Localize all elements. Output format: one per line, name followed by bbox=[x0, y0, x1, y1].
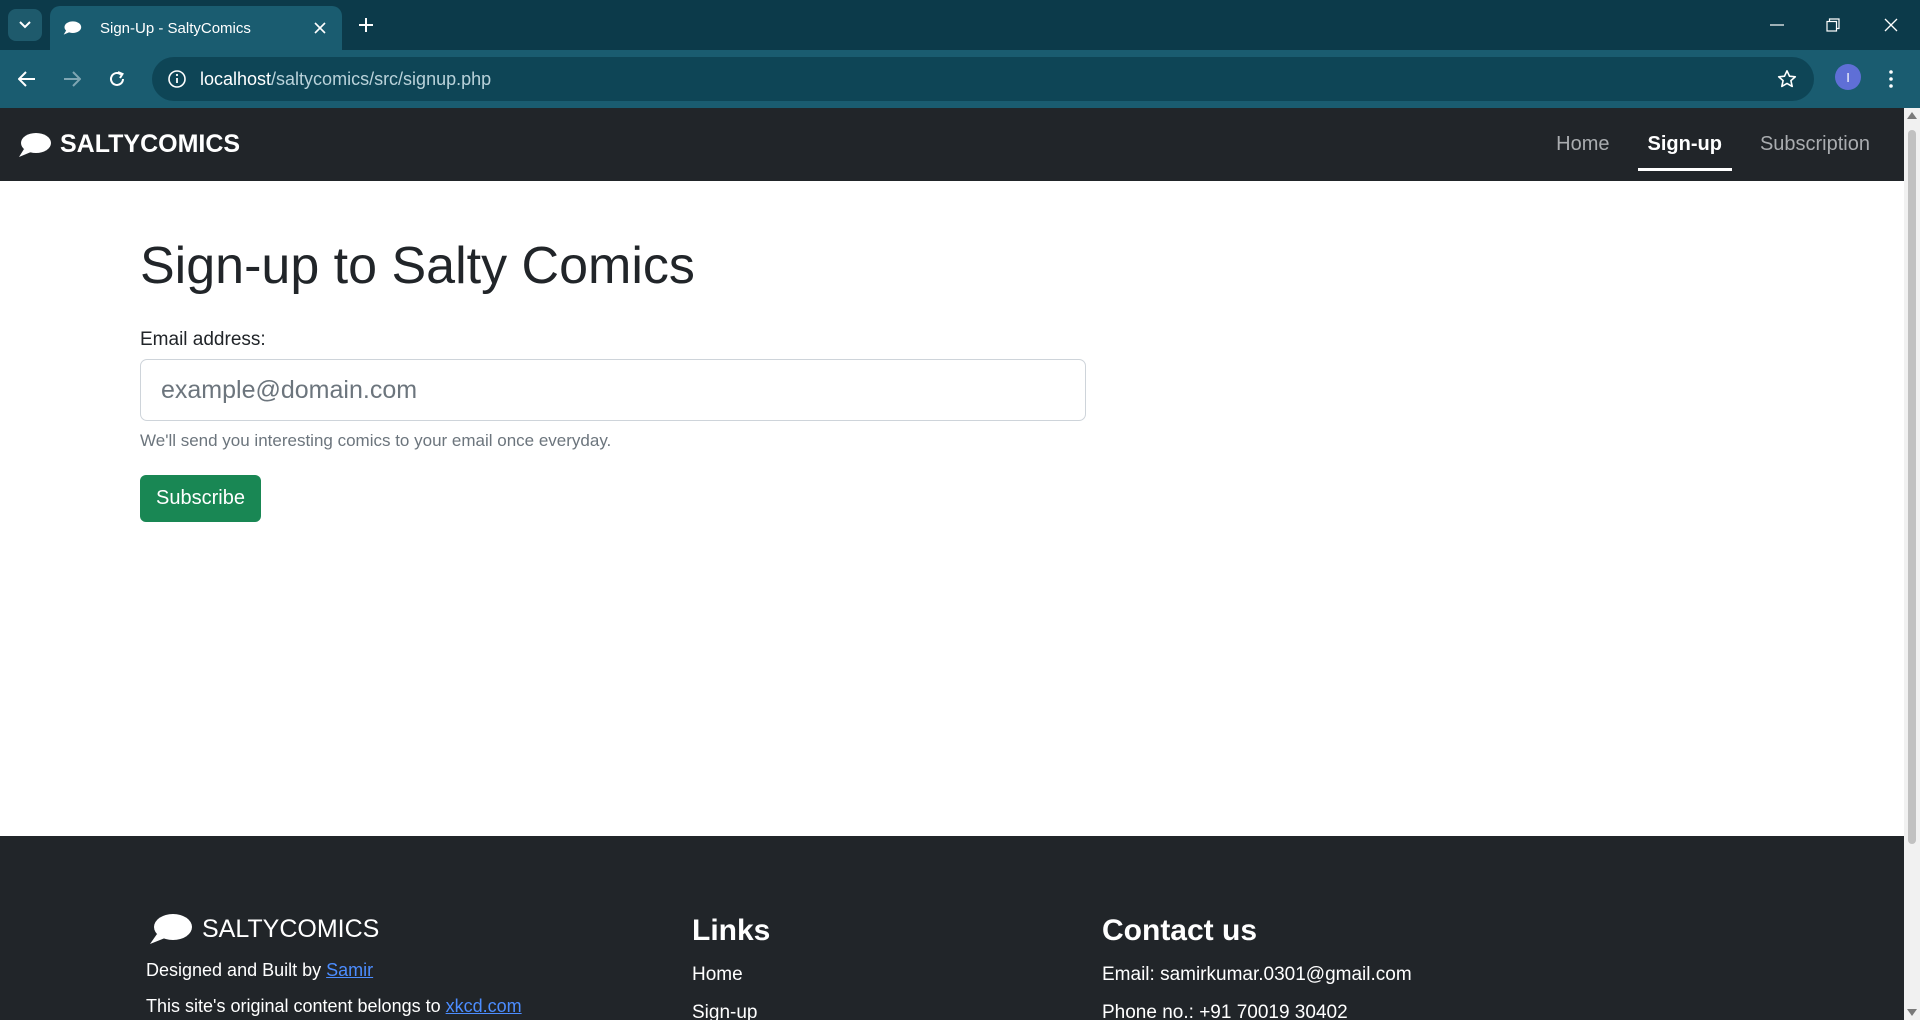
page-viewport: SALTYCOMICS Home Sign-up Subscription Si… bbox=[0, 108, 1920, 1020]
url-path: /saltycomics/src/signup.php bbox=[271, 68, 492, 89]
content-prefix: This site's original content belongs to bbox=[146, 996, 446, 1016]
back-button[interactable] bbox=[10, 62, 44, 96]
scroll-thumb[interactable] bbox=[1908, 130, 1916, 844]
url-text: localhost/saltycomics/src/signup.php bbox=[200, 69, 491, 90]
credit-prefix: Designed and Built by bbox=[146, 960, 327, 980]
arrow-left-icon bbox=[18, 71, 35, 87]
forward-button[interactable] bbox=[55, 62, 89, 96]
address-bar[interactable]: localhost/saltycomics/src/signup.php bbox=[152, 57, 1814, 101]
site-navbar: SALTYCOMICS Home Sign-up Subscription bbox=[0, 108, 1904, 181]
brand-name: SALTYCOMICS bbox=[60, 130, 241, 158]
scroll-down-arrow-icon[interactable] bbox=[1907, 1009, 1917, 1016]
close-icon bbox=[1884, 18, 1898, 32]
nav-signup[interactable]: Sign-up bbox=[1637, 108, 1733, 181]
url-host: localhost bbox=[200, 68, 272, 89]
kebab-menu-icon bbox=[1889, 70, 1893, 88]
minimize-button[interactable] bbox=[1760, 8, 1794, 42]
speech-bubble-icon bbox=[150, 914, 192, 944]
footer-brand: SALTYCOMICS bbox=[146, 912, 522, 946]
restore-button[interactable] bbox=[1816, 8, 1850, 42]
plus-icon bbox=[359, 18, 373, 32]
scroll-up-arrow-icon[interactable] bbox=[1907, 112, 1917, 119]
tab-title: Sign-Up - SaltyComics bbox=[100, 19, 251, 37]
xkcd-link[interactable]: xkcd.com bbox=[446, 996, 522, 1016]
footer-contact: Contact us Email: samirkumar.0301@gmail.… bbox=[1102, 914, 1412, 1020]
footer-links-heading: Links bbox=[692, 914, 771, 947]
email-help-text: We'll send you interesting comics to you… bbox=[140, 431, 612, 451]
contact-email: Email: samirkumar.0301@gmail.com bbox=[1102, 964, 1412, 985]
browser-menu-button[interactable] bbox=[1876, 62, 1906, 96]
profile-avatar[interactable]: I bbox=[1835, 64, 1861, 90]
email-input[interactable] bbox=[140, 359, 1086, 422]
browser-tab-active[interactable]: Sign-Up - SaltyComics bbox=[50, 6, 342, 50]
tab-close-button[interactable] bbox=[310, 18, 330, 38]
browser-toolbar: localhost/saltycomics/src/signup.php I bbox=[0, 50, 1920, 108]
new-tab-button[interactable] bbox=[352, 11, 380, 39]
email-label: Email address: bbox=[140, 329, 266, 351]
reload-button[interactable] bbox=[100, 62, 134, 96]
footer-links: Links Home Sign-up bbox=[692, 914, 770, 1020]
bookmark-star-icon[interactable] bbox=[1774, 66, 1800, 92]
nav-links: Home Sign-up Subscription bbox=[1528, 108, 1880, 181]
nav-home[interactable]: Home bbox=[1546, 108, 1619, 181]
page-scrollbar[interactable] bbox=[1904, 108, 1920, 1020]
footer-contact-heading: Contact us bbox=[1102, 914, 1258, 947]
nav-subscription[interactable]: Subscription bbox=[1750, 108, 1880, 181]
footer-content-credit: This site's original content belongs to … bbox=[146, 996, 522, 1016]
browser-tabstrip: Sign-Up - SaltyComics bbox=[0, 0, 1920, 50]
site-footer: SALTYCOMICS Designed and Built by Samir … bbox=[0, 836, 1904, 1020]
designer-link[interactable]: Samir bbox=[326, 960, 373, 980]
speech-bubble-icon bbox=[19, 132, 51, 157]
footer-link-home[interactable]: Home bbox=[692, 964, 770, 986]
footer-credit: Designed and Built by Samir bbox=[146, 960, 522, 980]
footer-link-signup[interactable]: Sign-up bbox=[692, 1002, 770, 1020]
site-info-icon[interactable] bbox=[164, 66, 190, 92]
subscribe-button[interactable]: Subscribe bbox=[140, 475, 261, 523]
chevron-down-icon bbox=[19, 21, 31, 29]
footer-about: SALTYCOMICS Designed and Built by Samir … bbox=[146, 912, 522, 1020]
minimize-icon bbox=[1770, 24, 1784, 26]
signup-form-section: Sign-up to Salty Comics Email address: W… bbox=[140, 237, 1140, 523]
site-brand[interactable]: SALTYCOMICS bbox=[16, 130, 240, 159]
speech-bubble-icon bbox=[63, 21, 82, 35]
close-icon bbox=[314, 22, 326, 34]
window-close-button[interactable] bbox=[1874, 8, 1908, 42]
restore-icon bbox=[1826, 18, 1840, 32]
arrow-right-icon bbox=[64, 71, 81, 87]
page-title: Sign-up to Salty Comics bbox=[140, 237, 695, 295]
reload-icon bbox=[110, 71, 124, 86]
contact-phone: Phone no.: +91 70019 30402 bbox=[1102, 1002, 1348, 1020]
footer-brand-name: SALTYCOMICS bbox=[202, 914, 380, 943]
tab-search-button[interactable] bbox=[8, 9, 42, 41]
